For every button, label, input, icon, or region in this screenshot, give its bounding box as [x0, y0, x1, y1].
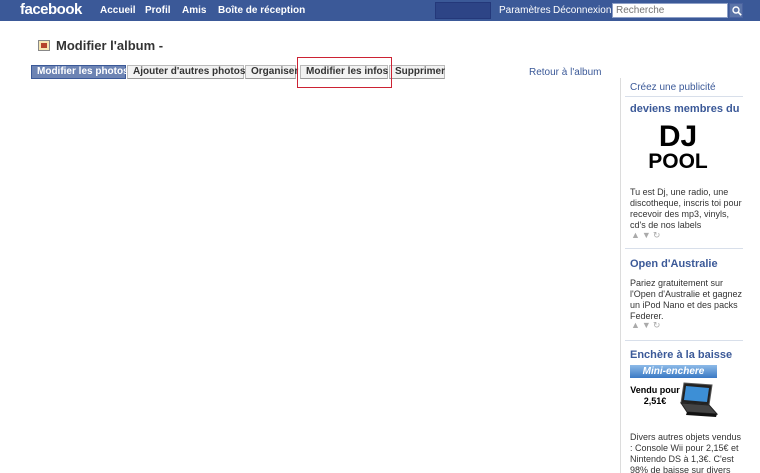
ad-title[interactable]: Open d'Australie — [630, 258, 718, 270]
ad-image-text: POOL — [648, 150, 708, 173]
settings-link[interactable]: Paramètres — [499, 5, 551, 16]
thumbs-up-icon[interactable]: ▲ — [631, 320, 642, 330]
tab-edit-photos[interactable]: Modifier les photos — [31, 65, 129, 79]
ad-text: Tu est Dj, une radio, une discotheque, i… — [630, 187, 742, 230]
arrow-icon[interactable]: ↻ — [653, 320, 663, 330]
ad-title[interactable]: deviens membres du — [630, 103, 739, 115]
ad-text: Divers autres objets vendus : Console Wi… — [630, 432, 742, 473]
thumbs-down-icon[interactable]: ▼ — [642, 230, 653, 240]
search-input[interactable] — [612, 3, 728, 18]
ad-text: Pariez gratuitement sur l'Open d'Austral… — [630, 278, 743, 321]
search-button[interactable] — [729, 3, 743, 18]
nav-inbox-link[interactable]: Boîte de réception — [218, 5, 305, 16]
tab-organize[interactable]: Organiser — [245, 65, 298, 79]
divider — [625, 248, 743, 249]
ad-image-dj-pool[interactable]: DJ POOL — [638, 120, 718, 173]
divider — [625, 96, 743, 97]
ad-image-mini-enchere[interactable]: Mini-enchere Vendu pour 2,51€ — [630, 365, 718, 427]
arrow-icon[interactable]: ↻ — [653, 230, 663, 240]
user-name-box[interactable] — [435, 2, 491, 19]
nav-home-link[interactable]: Accueil — [100, 5, 136, 16]
ad-image-text: DJ — [658, 120, 698, 153]
nav-profile-link[interactable]: Profil — [145, 5, 171, 16]
divider — [625, 340, 743, 341]
tab-add-photos[interactable]: Ajouter d'autres photos — [127, 65, 245, 79]
ad-image-price-line: Vendu pour — [630, 385, 680, 395]
page-title: Modifier l'album - — [56, 38, 164, 53]
thumbs-down-icon[interactable]: ▼ — [642, 320, 653, 330]
back-to-album-link[interactable]: Retour à l'album — [529, 67, 602, 78]
ad-image-price: Vendu pour 2,51€ — [630, 385, 680, 407]
nav-friends-link[interactable]: Amis — [182, 5, 206, 16]
ad-title[interactable]: Enchère à la baisse — [630, 349, 732, 361]
top-navigation-bar: facebook Accueil Profil Amis Boîte de ré… — [0, 0, 760, 21]
ad-image-price-line: 2,51€ — [643, 396, 667, 406]
thumbs-up-icon[interactable]: ▲ — [631, 230, 642, 240]
ad-rating-icons[interactable]: ▲▼↻ — [631, 230, 662, 241]
ads-sidebar: Créez une publicité deviens membres du D… — [620, 78, 743, 473]
facebook-logo[interactable]: facebook — [20, 1, 82, 18]
ad-image-banner: Mini-enchere — [630, 365, 717, 378]
album-icon — [38, 40, 50, 51]
ad-rating-icons[interactable]: ▲▼↻ — [631, 320, 662, 331]
logout-link[interactable]: Déconnexion — [553, 5, 611, 16]
highlight-annotation-box — [297, 57, 392, 88]
tab-delete[interactable]: Supprimer — [389, 65, 445, 79]
search-icon — [732, 6, 742, 16]
create-ad-link[interactable]: Créez une publicité — [630, 82, 716, 93]
laptop-icon — [680, 382, 718, 417]
